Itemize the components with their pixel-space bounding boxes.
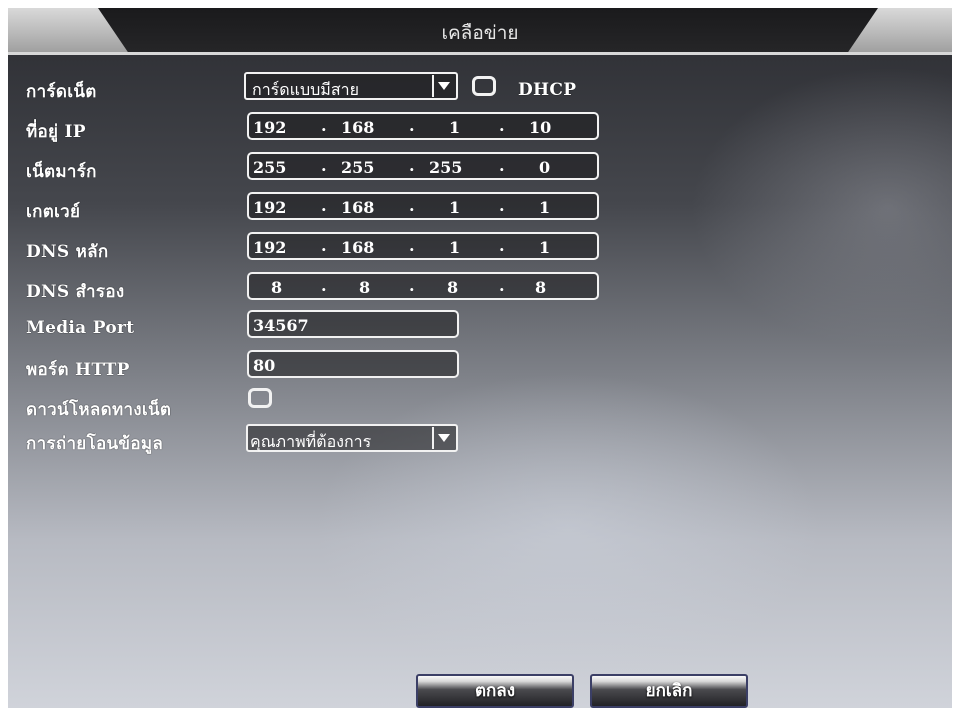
ip-dot: . (499, 156, 505, 175)
title-divider (8, 52, 952, 55)
netmask-octet-1[interactable]: 255 (253, 158, 286, 177)
http-port-value: 80 (253, 356, 276, 375)
gateway-label: เกตเวย์ (26, 202, 81, 222)
ip-dot: . (321, 156, 327, 175)
net-download-label: ดาวน์โหลดทางเน็ต (26, 400, 172, 420)
media-port-field[interactable]: 34567 (247, 310, 459, 338)
ip-octet-4[interactable]: 10 (529, 118, 551, 137)
dhcp-checkbox[interactable] (472, 76, 496, 96)
window-title: เคลือข่าย (441, 22, 519, 44)
ip-octet-3[interactable]: 1 (449, 118, 460, 137)
dns-secondary-field[interactable]: 8 . 8 . 8 . 8 (247, 272, 599, 300)
chevron-down-icon (438, 82, 450, 90)
http-port-label: พอร์ต HTTP (26, 360, 130, 380)
ip-dot: . (499, 236, 505, 255)
http-port-field[interactable]: 80 (247, 350, 459, 378)
media-port-value: 34567 (253, 316, 309, 335)
dns-primary-octet-1[interactable]: 192 (253, 238, 286, 257)
dns-primary-label: DNS หลัก (26, 242, 109, 262)
transfer-select[interactable]: คุณภาพที่ต้องการ (246, 424, 458, 452)
netmask-octet-4[interactable]: 0 (539, 158, 550, 177)
gateway-field[interactable]: 192 . 168 . 1 . 1 (247, 192, 599, 220)
netmask-label: เน็ตมาร์ก (26, 162, 97, 182)
net-download-checkbox[interactable] (248, 388, 272, 408)
ip-dot: . (409, 156, 415, 175)
network-settings-screen: เคลือข่าย การ์ดเน็ต การ์ดแบบมีสาย DHCP ท… (8, 8, 952, 708)
dns-secondary-octet-1[interactable]: 8 (271, 278, 282, 297)
dns-secondary-octet-2[interactable]: 8 (359, 278, 370, 297)
ip-dot: . (321, 276, 327, 295)
media-port-label: Media Port (26, 318, 135, 338)
dns-primary-field[interactable]: 192 . 168 . 1 . 1 (247, 232, 599, 260)
gateway-octet-1[interactable]: 192 (253, 198, 286, 217)
dhcp-label: DHCP (518, 80, 577, 100)
netmask-octet-3[interactable]: 255 (429, 158, 462, 177)
ip-dot: . (409, 196, 415, 215)
ip-dot: . (321, 196, 327, 215)
ip-octet-1[interactable]: 192 (253, 118, 286, 137)
network-card-dropdown-button[interactable] (432, 75, 454, 97)
network-card-label: การ์ดเน็ต (26, 82, 97, 102)
ip-dot: . (409, 116, 415, 135)
transfer-label: การถ่ายโอนข้อมูล (26, 434, 164, 454)
gateway-octet-2[interactable]: 168 (341, 198, 374, 217)
dns-secondary-octet-4[interactable]: 8 (535, 278, 546, 297)
chevron-down-icon (438, 434, 450, 442)
network-card-select[interactable]: การ์ดแบบมีสาย (244, 72, 458, 100)
ip-dot: . (321, 236, 327, 255)
ip-dot: . (499, 116, 505, 135)
transfer-value: คุณภาพที่ต้องการ (250, 432, 372, 451)
ip-dot: . (499, 276, 505, 295)
dns-secondary-label: DNS สำรอง (26, 282, 125, 302)
gateway-octet-4[interactable]: 1 (539, 198, 550, 217)
ok-button[interactable]: ตกลง (416, 674, 574, 708)
netmask-octet-2[interactable]: 255 (341, 158, 374, 177)
dns-primary-octet-4[interactable]: 1 (539, 238, 550, 257)
ip-dot: . (409, 276, 415, 295)
dns-primary-octet-2[interactable]: 168 (341, 238, 374, 257)
ip-dot: . (499, 196, 505, 215)
netmask-field[interactable]: 255 . 255 . 255 . 0 (247, 152, 599, 180)
network-card-value: การ์ดแบบมีสาย (252, 80, 359, 99)
ip-dot: . (321, 116, 327, 135)
gateway-octet-3[interactable]: 1 (449, 198, 460, 217)
dns-primary-octet-3[interactable]: 1 (449, 238, 460, 257)
transfer-dropdown-button[interactable] (432, 427, 454, 449)
ip-dot: . (409, 236, 415, 255)
ip-address-field[interactable]: 192 . 168 . 1 . 10 (247, 112, 599, 140)
cancel-button[interactable]: ยกเลิก (590, 674, 748, 708)
dns-secondary-octet-3[interactable]: 8 (447, 278, 458, 297)
ip-octet-2[interactable]: 168 (341, 118, 374, 137)
ip-address-label: ที่อยู่ IP (26, 122, 86, 142)
